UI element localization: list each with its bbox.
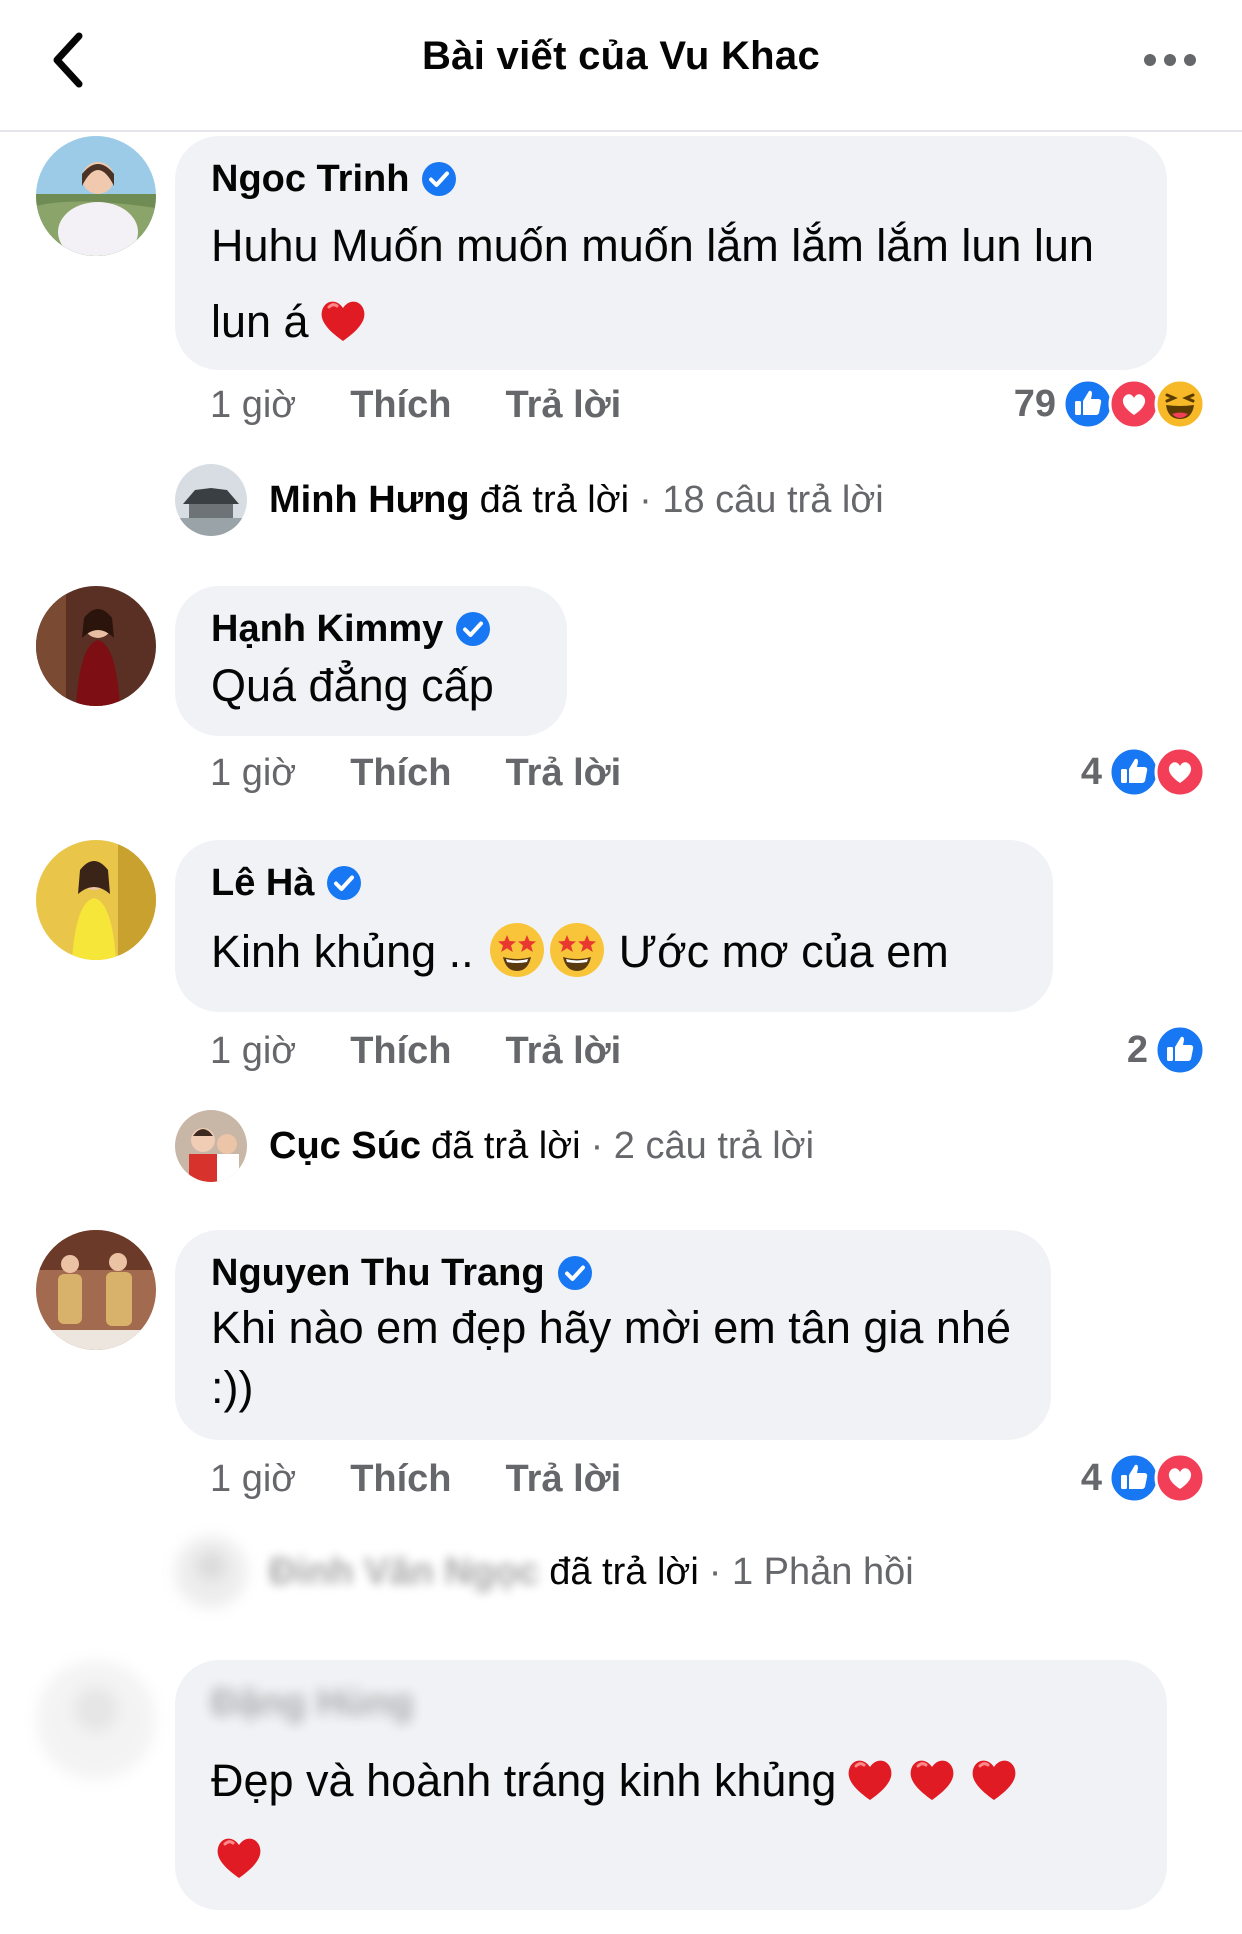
comment-bubble[interactable]: Ngoc Trinh Huhu Muốn muốn muốn lắm lắm l… [175,136,1167,370]
comment-text: Ước mơ của em [618,926,949,977]
reply-author: Minh Hưng [269,478,470,521]
love-reaction-icon [1154,746,1206,798]
more-options-button[interactable] [1140,40,1200,80]
avatar [175,464,247,536]
reaction-summary[interactable]: 4 [1081,1452,1206,1504]
comment-time: 1 giờ [210,1030,297,1072]
reply-button[interactable]: Trả lời [506,752,622,795]
avatar [175,1536,247,1608]
reply-author: Cục Súc [269,1124,422,1167]
avatar[interactable] [36,1230,156,1350]
verified-badge-icon [455,611,491,647]
comment-author[interactable]: Hạnh Kimmy [211,606,443,652]
comment-bubble[interactable]: Hạnh Kimmy Quá đẳng cấp [175,586,567,736]
comment-time: 1 giờ [210,752,297,794]
comment-text: Đẹp và hoành tráng kinh khủng [211,1755,837,1806]
like-reaction-icon [1108,746,1160,798]
reaction-summary[interactable]: 2 [1127,1024,1206,1076]
reply-author: Đinh Văn Ngọc [269,1550,540,1593]
like-reaction-icon [1062,378,1114,430]
reply-count: · 18 câu trả lời [639,478,884,521]
red-heart-emoji-icon [966,1750,1022,1806]
reaction-count: 2 [1126,1028,1148,1071]
reply-text: đã trả lời [431,1124,581,1167]
love-reaction-icon [1154,1452,1206,1504]
like-button[interactable]: Thích [350,752,451,795]
comment-bubble[interactable]: Đặng Hùng Đẹp và hoành tráng kinh khủng [175,1660,1167,1910]
view-replies-link[interactable]: Minh Hưng đã trả lời · 18 câu trả lời [175,464,884,536]
comment-actions: 1 giờ Thích Trả lời [210,1030,675,1073]
avatar[interactable] [36,1660,156,1780]
star-struck-emoji-icon [548,921,606,979]
comment-text: Kinh khủng .. [211,926,474,977]
top-bar: Bài viết của Vu Khac [0,0,1242,132]
comment-bubble[interactable]: Lê Hà Kinh khủng .. Ước mơ của em [175,840,1053,1012]
reaction-count: 4 [1080,1456,1102,1499]
like-reaction-icon [1108,1452,1160,1504]
comment-author[interactable]: Ngoc Trinh [211,156,409,202]
red-heart-emoji-icon [842,1750,898,1806]
avatar[interactable] [36,136,156,256]
reply-button[interactable]: Trả lời [506,384,622,427]
reply-button[interactable]: Trả lời [506,1458,622,1501]
reply-text: đã trả lời [549,1550,699,1593]
comment-bubble[interactable]: Nguyen Thu Trang Khi nào em đẹp hãy mời … [175,1230,1051,1440]
comment-time: 1 giờ [210,384,297,426]
reaction-summary[interactable]: 79 [1014,378,1206,430]
verified-badge-icon [421,161,457,197]
more-horizontal-icon [1144,54,1196,66]
avatar[interactable] [36,840,156,960]
comment-actions: 1 giờ Thích Trả lời [210,384,675,427]
verified-badge-icon [326,865,362,901]
love-reaction-icon [1108,378,1160,430]
view-replies-link[interactable]: Cục Súc đã trả lời · 2 câu trả lời [175,1110,814,1182]
like-button[interactable]: Thích [350,1458,451,1501]
like-reaction-icon [1154,1024,1206,1076]
reply-button[interactable]: Trả lời [506,1030,622,1073]
comment-text: Khi nào em đẹp hãy mời em tân gia nhé :)… [211,1302,1011,1413]
star-struck-emoji-icon [488,921,546,979]
comment-actions: 1 giờ Thích Trả lời [210,1458,675,1501]
reaction-count: 4 [1080,750,1102,793]
view-replies-link[interactable]: Đinh Văn Ngọc đã trả lời · 1 Phản hồi [175,1536,914,1608]
reply-count: · 1 Phản hồi [708,1550,914,1593]
like-button[interactable]: Thích [350,1030,451,1073]
avatar[interactable] [36,586,156,706]
reply-text: đã trả lời [479,478,630,521]
avatar [175,1110,247,1182]
reaction-summary[interactable]: 4 [1081,746,1206,798]
like-button[interactable]: Thích [350,384,451,427]
red-heart-emoji-icon [211,1828,267,1884]
reaction-count: 79 [1013,382,1056,425]
comment-author[interactable]: Lê Hà [211,860,314,906]
comment-author[interactable]: Nguyen Thu Trang [211,1250,545,1296]
comment-actions: 1 giờ Thích Trả lời [210,752,675,795]
verified-badge-icon [557,1255,593,1291]
page-title: Bài viết của Vu Khac [422,34,820,78]
reply-count: · 2 câu trả lời [590,1124,815,1167]
red-heart-emoji-icon [904,1750,960,1806]
comment-text: Quá đẳng cấp [211,660,494,711]
red-heart-emoji-icon [315,291,371,347]
comment-author[interactable]: Đặng Hùng [211,1680,414,1726]
comment-time: 1 giờ [210,1458,297,1500]
haha-reaction-icon [1154,378,1206,430]
